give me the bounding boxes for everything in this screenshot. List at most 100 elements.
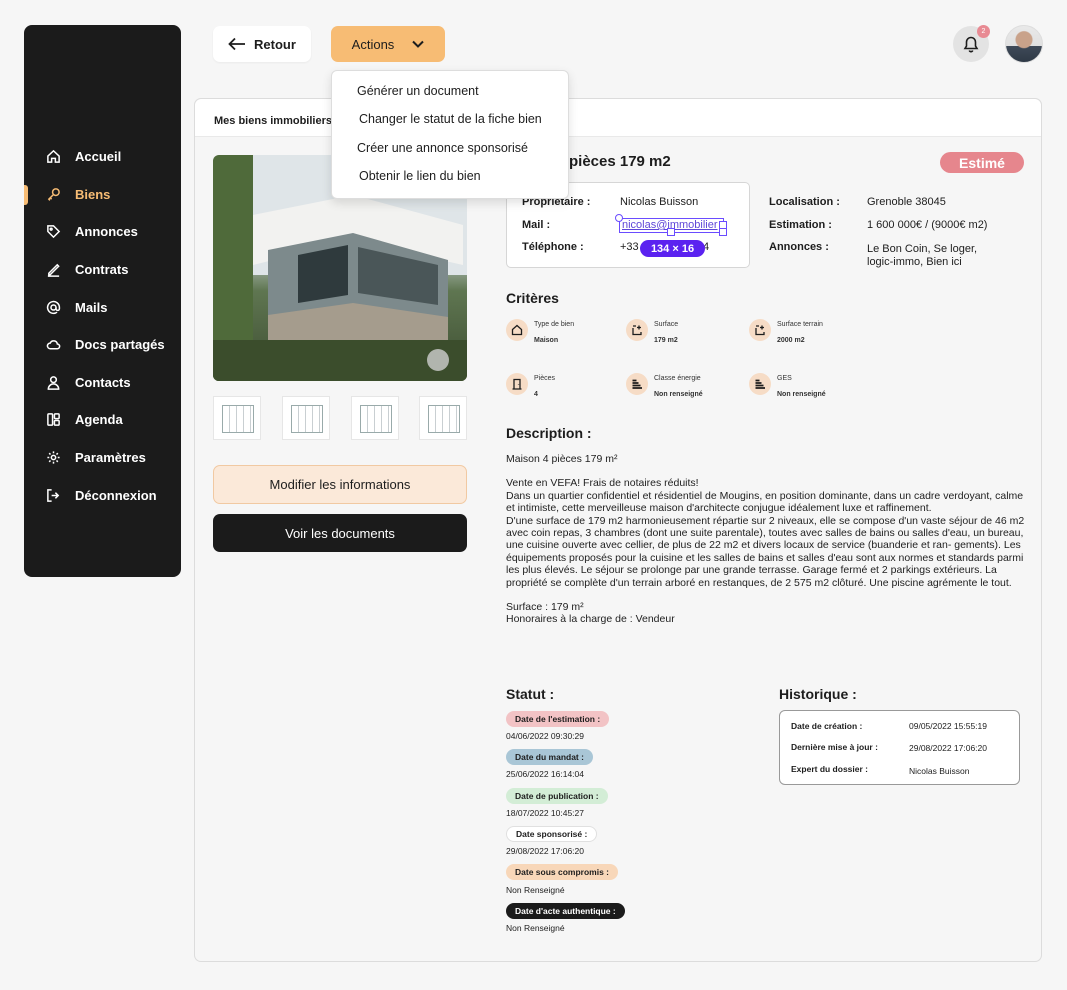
statut-publication-date: 18/07/2022 10:45:27 [506, 808, 584, 818]
view-documents-button[interactable]: Voir les documents [213, 514, 467, 552]
land-icon [749, 319, 771, 341]
criteria-value: 4 [534, 391, 538, 398]
selection-handle[interactable] [719, 228, 727, 236]
menu-item-create-sponsored-ad[interactable]: Créer une annonce sponsorisé [332, 134, 568, 162]
notification-count-badge: 2 [977, 25, 990, 38]
criteria-heading: Critères [506, 290, 559, 306]
description-paragraph: Vente en VEFA! Frais de notaires réduits… [506, 477, 1025, 589]
back-button-label: Retour [254, 36, 296, 52]
energy-bars-icon [626, 373, 648, 395]
avatar[interactable] [1005, 25, 1043, 63]
statut-estimation-date: 04/06/2022 09:30:29 [506, 731, 584, 741]
thumbnail-4[interactable] [419, 396, 467, 440]
ads-value-line1: Le Bon Coin, Se loger, [867, 243, 978, 255]
criteria-rooms: Pièces 4 [506, 373, 555, 400]
criteria-type: Type de bien Maison [506, 319, 574, 346]
statut-mandat-badge: Date du mandat : [506, 749, 593, 765]
area-icon [626, 319, 648, 341]
door-icon [506, 373, 528, 395]
gear-icon [45, 450, 61, 466]
menu-item-generate-document[interactable]: Générer un document [332, 77, 568, 105]
property-title: pièces 179 m2 [569, 153, 671, 170]
criteria-ges: GES Non renseigné [749, 373, 826, 400]
criteria-value: Non renseigné [654, 391, 703, 398]
criteria-value: 179 m2 [654, 337, 678, 344]
thumbnail-1[interactable] [213, 396, 261, 440]
criteria-value: Maison [534, 337, 559, 344]
actions-dropdown: Générer un document Changer le statut de… [331, 70, 569, 199]
modify-info-button[interactable]: Modifier les informations [213, 465, 467, 504]
statut-compromis-date: Non Renseigné [506, 885, 565, 895]
sidebar-item-label: Contacts [75, 374, 131, 390]
statut-heading: Statut : [506, 686, 555, 702]
menu-item-get-link[interactable]: Obtenir le lien du bien [332, 162, 568, 190]
card-header: Mes biens immobiliers [195, 99, 1041, 137]
selection-handle[interactable] [615, 214, 623, 222]
ads-value-line2: logic-immo, Bien ici [867, 256, 962, 268]
sidebar-item-contrats[interactable]: Contrats [24, 251, 181, 289]
historique-heading: Historique : [779, 686, 857, 702]
actions-button-label: Actions [351, 36, 395, 52]
sidebar-item-agenda[interactable]: Agenda [24, 401, 181, 439]
tag-icon [45, 224, 61, 240]
criteria-surface: Surface 179 m2 [626, 319, 678, 346]
sidebar-item-annonces[interactable]: Annonces [24, 213, 181, 251]
expert-label: Expert du dossier : [791, 764, 868, 774]
criteria-land: Surface terrain 2000 m2 [749, 319, 823, 346]
statut-estimation-badge: Date de l'estimation : [506, 711, 610, 727]
sidebar-item-label: Mails [75, 299, 108, 315]
logout-icon [45, 487, 61, 503]
sidebar-item-label: Déconnexion [75, 487, 157, 503]
phone-value-start: +33 [620, 241, 639, 253]
pen-icon [45, 262, 61, 278]
statut-publication-badge: Date de publication : [506, 788, 608, 804]
dimension-label: 134 × 16 [640, 240, 705, 257]
sidebar-item-parametres[interactable]: Paramètres [24, 439, 181, 477]
location-label: Localisation : [769, 196, 840, 208]
sidebar-item-biens[interactable]: Biens [24, 176, 181, 214]
mail-label: Mail : [522, 219, 551, 231]
house-icon [506, 319, 528, 341]
sidebar-nav: Accueil Biens Annonces Contrats Mails Do… [24, 138, 181, 514]
key-icon [45, 186, 61, 202]
user-icon [45, 374, 61, 390]
estimation-value: 1 600 000€ / (9000€ m2) [867, 219, 988, 231]
actions-button[interactable]: Actions [331, 26, 445, 62]
description-paragraph: Maison 4 pièces 179 m² [506, 453, 618, 465]
sidebar-item-docs-partages[interactable]: Docs partagés [24, 326, 181, 364]
back-button[interactable]: Retour [213, 26, 311, 62]
statut-sponsorise-date: 29/08/2022 17:06:20 [506, 846, 584, 856]
sidebar-item-label: Contrats [75, 262, 129, 278]
criteria-label: Type de bien [534, 321, 575, 328]
description-heading: Description : [506, 425, 592, 441]
criteria-label: GES [777, 375, 792, 382]
selection-handle[interactable] [667, 228, 675, 236]
ads-label: Annonces : [769, 241, 829, 253]
criteria-value: Non renseigné [777, 391, 826, 398]
sidebar-item-contacts[interactable]: Contacts [24, 364, 181, 402]
creation-value: 09/05/2022 15:55:19 [909, 721, 987, 731]
statut-mandat-date: 25/06/2022 16:14:04 [506, 769, 584, 779]
thumbnail-2[interactable] [282, 396, 330, 440]
cloud-icon [45, 337, 61, 353]
thumbnail-3[interactable] [351, 396, 399, 440]
location-value: Grenoble 38045 [867, 196, 946, 208]
description-text: Maison 4 pièces 179 m² Vente en VEFA! Fr… [506, 453, 1026, 638]
ges-bars-icon [749, 373, 771, 395]
description-paragraph: Surface : 179 m² Honoraires à la charge … [506, 601, 675, 626]
sidebar-item-accueil[interactable]: Accueil [24, 138, 181, 176]
owner-value: Nicolas Buisson [620, 196, 699, 208]
breadcrumb[interactable]: Mes biens immobiliers [214, 115, 332, 127]
calendar-icon [45, 412, 61, 428]
sidebar-item-label: Paramètres [75, 450, 146, 466]
menu-item-change-status[interactable]: Changer le statut de la fiche bien [332, 105, 568, 133]
home-icon [45, 149, 61, 165]
sidebar-item-deconnexion[interactable]: Déconnexion [24, 476, 181, 514]
expert-value: Nicolas Buisson [909, 766, 970, 776]
sidebar: Accueil Biens Annonces Contrats Mails Do… [24, 25, 181, 577]
sidebar-item-label: Annonces [75, 224, 138, 240]
criteria-value: 2000 m2 [777, 337, 805, 344]
criteria-label: Classe énergie [654, 375, 701, 382]
sidebar-item-mails[interactable]: Mails [24, 288, 181, 326]
arrow-left-icon [228, 37, 246, 51]
